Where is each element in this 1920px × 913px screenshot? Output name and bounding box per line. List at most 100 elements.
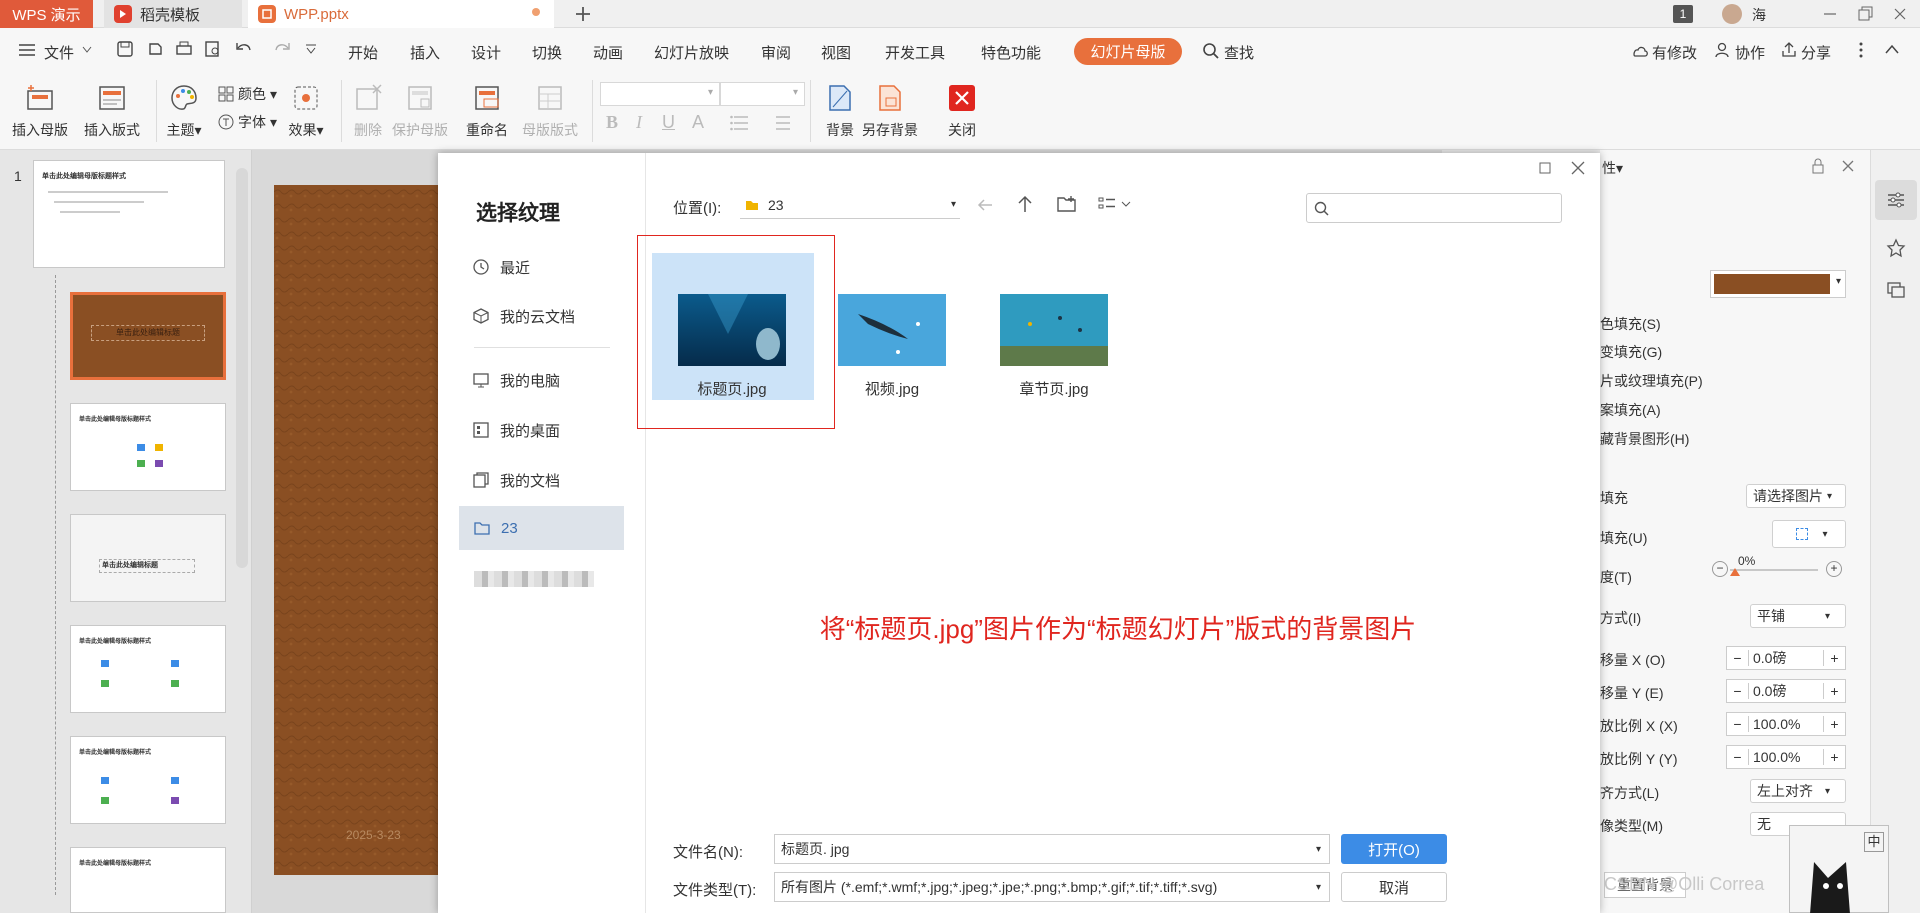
menu-item-review[interactable]: 审阅 xyxy=(761,42,791,63)
color-button[interactable]: 颜色 ▾ xyxy=(218,84,277,104)
print-icon[interactable] xyxy=(175,40,193,58)
undo-icon[interactable] xyxy=(234,40,258,58)
dialog-close-icon[interactable] xyxy=(1570,160,1586,176)
page-badge[interactable]: 1 xyxy=(1673,5,1693,23)
increase-button[interactable]: + xyxy=(1823,650,1845,666)
tab-template[interactable]: 稻壳模板 xyxy=(104,0,242,28)
increase-button[interactable]: + xyxy=(1823,716,1845,732)
cancel-button[interactable]: 取消 xyxy=(1341,872,1447,902)
close-master-button[interactable]: 关闭 xyxy=(944,74,980,140)
collaborate-icon[interactable] xyxy=(1714,41,1732,59)
filetype-select[interactable]: 所有图片 (*.emf;*.wmf;*.jpg;*.jpeg;*.jpe;*.p… xyxy=(774,872,1330,902)
dialog-search-input[interactable] xyxy=(1306,193,1562,223)
share-icon[interactable] xyxy=(1780,41,1798,59)
bullet-list-icon[interactable] xyxy=(730,114,760,132)
collapse-ribbon-icon[interactable] xyxy=(1884,43,1900,55)
delete-button[interactable]: 删除 xyxy=(350,74,386,140)
menu-item-features[interactable]: 特色功能 xyxy=(981,42,1041,63)
export-icon[interactable] xyxy=(146,40,164,58)
font-button[interactable]: 字体 ▾ xyxy=(218,112,277,132)
insert-layout-button[interactable]: 插入版式 xyxy=(84,74,140,140)
sidebar-item-documents[interactable]: 我的文档 xyxy=(458,459,624,501)
menu-item-home[interactable]: 开始 xyxy=(348,42,378,63)
offset-y-spinner[interactable]: −0.0磅 + xyxy=(1726,679,1846,703)
protect-master-button[interactable]: 保护母版 xyxy=(392,74,448,140)
menu-item-slide-master[interactable]: 幻灯片母版 xyxy=(1074,38,1182,65)
transparency-slider[interactable] xyxy=(1730,569,1818,571)
menu-item-developer[interactable]: 开发工具 xyxy=(885,42,945,63)
insert-master-button[interactable]: 插入母版 xyxy=(12,74,68,140)
panel-close-icon[interactable] xyxy=(1840,158,1856,174)
view-mode-icon[interactable] xyxy=(1098,196,1134,212)
sidebar-item-recent[interactable]: 最近 xyxy=(458,246,624,288)
transparency-slider-thumb[interactable] xyxy=(1730,568,1740,576)
fill-mode-select[interactable]: 平铺 ▾ xyxy=(1750,604,1846,628)
sidebar-item-computer[interactable]: 我的电脑 xyxy=(458,359,624,401)
comment-icon[interactable] xyxy=(1886,280,1906,300)
effect-button[interactable]: 效果▾ xyxy=(288,74,324,140)
font-family-select[interactable]: ▾ xyxy=(600,82,720,106)
tab-wps-app[interactable]: WPS 演示 xyxy=(0,0,93,28)
search-label[interactable]: 查找 xyxy=(1224,42,1254,63)
dialog-maximize-icon[interactable] xyxy=(1538,161,1552,175)
save-icon[interactable] xyxy=(116,40,134,58)
texture-preview-select[interactable]: ▾ xyxy=(1710,270,1846,298)
cloud-sync-icon[interactable] xyxy=(1630,42,1650,60)
decrease-button[interactable]: − xyxy=(1727,716,1749,732)
gradient-fill-option[interactable]: 变填充(G) xyxy=(1600,342,1662,362)
sidebar-item-folder-23[interactable]: 23 xyxy=(459,506,624,550)
title-layout-thumbnail[interactable]: 单击此处编辑标题 xyxy=(70,292,226,380)
menu-item-design[interactable]: 设计 xyxy=(471,42,501,63)
font-size-select[interactable]: ▾ xyxy=(720,82,805,106)
hide-background-graphics-option[interactable]: 藏背景图形(H) xyxy=(1600,429,1689,449)
master-layout-button[interactable]: 母版版式 xyxy=(522,74,578,140)
transparency-increase-button[interactable]: + xyxy=(1826,561,1842,577)
reset-background-button[interactable]: 重置背景 xyxy=(1604,872,1686,898)
spinner-value[interactable]: 0.0磅 xyxy=(1749,648,1823,668)
close-window-icon[interactable] xyxy=(1890,4,1910,24)
rename-button[interactable]: 重命名 xyxy=(466,74,508,140)
location-select[interactable]: 23 ▾ xyxy=(740,191,960,219)
share-button[interactable]: 分享 xyxy=(1801,42,1831,63)
quick-access-more-icon[interactable] xyxy=(305,44,317,54)
layout-thumbnail[interactable]: 单击此处编辑母版标题样式 xyxy=(70,403,226,491)
picture-texture-fill-option[interactable]: 片或纹理填充(P) xyxy=(1600,371,1703,391)
redo-icon[interactable] xyxy=(270,40,294,58)
properties-tab[interactable] xyxy=(1875,180,1917,220)
new-folder-icon[interactable] xyxy=(1056,194,1078,214)
thumbnail-scrollbar[interactable] xyxy=(236,168,248,568)
background-button[interactable]: 背景 xyxy=(822,74,858,140)
search-icon[interactable] xyxy=(1202,42,1220,60)
spinner-value[interactable]: 0.0磅 xyxy=(1749,681,1823,701)
save-background-button[interactable]: 另存背景 xyxy=(862,74,918,140)
underline-icon[interactable]: U xyxy=(662,112,675,133)
increase-button[interactable]: + xyxy=(1823,683,1845,699)
picture-fill-select[interactable]: 请选择图片 ▾ xyxy=(1746,484,1846,508)
decrease-button[interactable]: − xyxy=(1727,650,1749,666)
sidebar-item-cloud[interactable]: 我的云文档 xyxy=(458,295,624,337)
offset-x-spinner[interactable]: −0.0磅 + xyxy=(1726,646,1846,670)
spinner-value[interactable]: 100.0% xyxy=(1749,716,1823,732)
star-icon[interactable] xyxy=(1886,238,1906,258)
layout-thumbnail[interactable]: 单击此处编辑标题 xyxy=(70,514,226,602)
menu-item-animation[interactable]: 动画 xyxy=(593,42,623,63)
bold-icon[interactable]: B xyxy=(606,112,618,133)
solid-fill-option[interactable]: 色填充(S) xyxy=(1600,314,1661,334)
lock-icon[interactable] xyxy=(1810,158,1826,174)
sidebar-item-desktop[interactable]: 我的桌面 xyxy=(458,409,624,451)
menu-item-view[interactable]: 视图 xyxy=(821,42,851,63)
menu-file[interactable]: 文件 xyxy=(44,42,74,63)
open-button[interactable]: 打开(O) xyxy=(1341,834,1447,864)
transparency-decrease-button[interactable]: − xyxy=(1712,561,1728,577)
decrease-button[interactable]: − xyxy=(1727,749,1749,765)
theme-button[interactable]: 主题▾ xyxy=(166,74,202,140)
master-thumbnail[interactable]: 单击此处编辑母版标题样式 xyxy=(33,160,225,268)
ime-mode-indicator[interactable]: 中 xyxy=(1864,832,1884,852)
more-icon[interactable] xyxy=(1858,41,1864,59)
minimize-icon[interactable] xyxy=(1820,4,1840,24)
scale-y-spinner[interactable]: −100.0% + xyxy=(1726,745,1846,769)
menu-item-slideshow[interactable]: 幻灯片放映 xyxy=(654,42,729,63)
spinner-value[interactable]: 100.0% xyxy=(1749,749,1823,765)
up-arrow-icon[interactable] xyxy=(1016,194,1034,214)
new-tab-icon[interactable] xyxy=(572,3,594,25)
